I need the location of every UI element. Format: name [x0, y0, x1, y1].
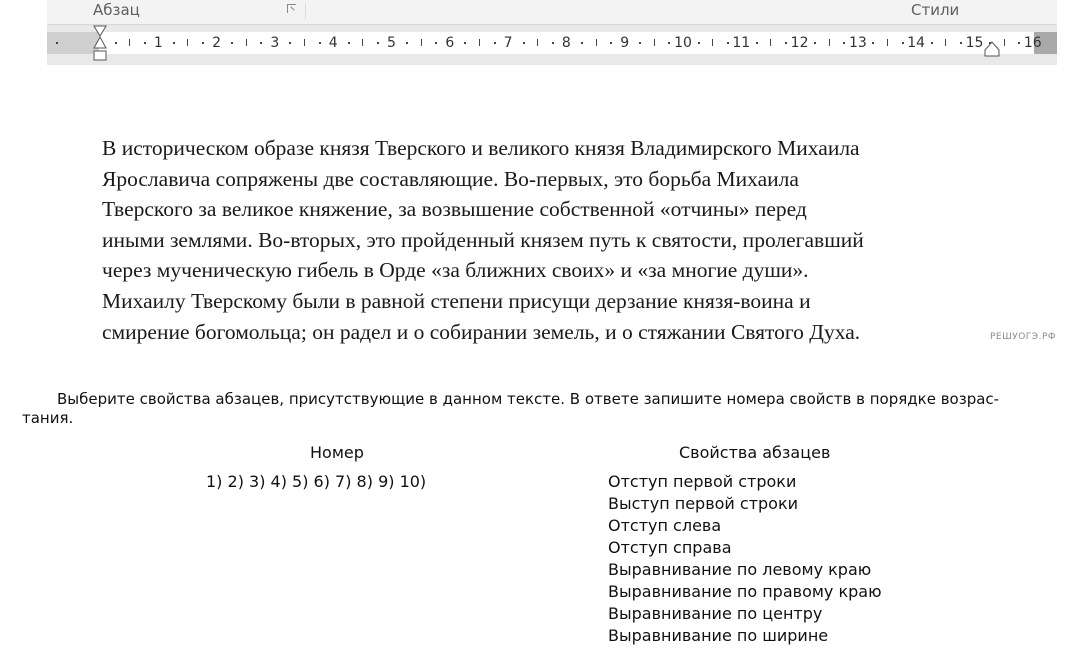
hourglass-indent-icon[interactable]	[91, 25, 109, 65]
property-item: Выравнивание по правому краю	[608, 582, 882, 601]
property-item: Выравнивание по ширине	[608, 626, 829, 645]
ruler-dot	[318, 42, 321, 44]
document-line: Тверского за великое княжение, за возвыш…	[102, 197, 807, 222]
ruler-number: 4	[328, 35, 338, 51]
ruler-dot	[114, 42, 117, 44]
right-indent-icon[interactable]	[984, 39, 1000, 57]
property-item: Отступ справа	[608, 538, 732, 557]
ruler-dot	[726, 42, 729, 44]
document-line: Михаилу Тверскому были в равной степени …	[102, 288, 811, 313]
properties-column-header: Свойства абзацев	[679, 443, 831, 462]
ruler-tick	[129, 39, 131, 46]
ruler-dot	[406, 42, 409, 44]
ruler-number: 2	[212, 35, 222, 51]
number-column-header: Номер	[310, 443, 364, 462]
task-line-2: тания.	[22, 409, 74, 427]
ruler-number: 12	[790, 35, 809, 51]
ruler-tick	[770, 39, 772, 46]
ruler-dot	[580, 42, 583, 44]
ruler-dot	[231, 42, 234, 44]
ruler-dot	[785, 42, 788, 44]
ruler-number: 15	[965, 35, 984, 51]
ruler-dot	[639, 42, 642, 44]
ruler-tick	[245, 39, 247, 46]
ruler-dot	[697, 42, 700, 44]
paragraph-group-label: Абзац	[93, 1, 140, 19]
ruler-number: 10	[674, 35, 692, 51]
ruler-dot	[172, 42, 175, 44]
document-paragraph: В историческом образе князя Тверского и …	[102, 133, 1002, 347]
ruler-tick	[653, 39, 655, 46]
group-separator	[305, 3, 306, 19]
task-line-1: Выберите свойства абзацев, присутствующи…	[57, 390, 1000, 408]
styles-group-label: Стили	[911, 1, 960, 19]
ruler-dot	[843, 42, 846, 44]
ruler-dot	[347, 42, 350, 44]
dialog-launcher-icon[interactable]	[287, 4, 296, 13]
ruler-number: 13	[848, 35, 867, 51]
ruler-dot	[56, 42, 58, 44]
ruler-tick	[712, 39, 714, 46]
ruler-tick	[478, 39, 480, 46]
ruler-dot	[493, 42, 496, 44]
task-instruction: Выберите свойства абзацев, присутствующи…	[22, 390, 1068, 428]
ruler-dot	[522, 42, 525, 44]
ruler-dot	[755, 42, 758, 44]
property-item: Отступ первой строки	[608, 472, 797, 491]
ruler-dot	[959, 42, 962, 44]
ruler-dot	[464, 42, 467, 44]
site-watermark: РЕШУОГЭ.РФ	[990, 332, 1057, 342]
ruler-number: 8	[561, 35, 571, 51]
ruler-dot	[930, 42, 933, 44]
property-item: Выравнивание по центру	[608, 604, 823, 623]
ruler-dot	[1018, 42, 1021, 44]
ruler-number: 11	[732, 35, 751, 51]
ruler-dot	[901, 42, 904, 44]
ruler-tick	[420, 39, 422, 46]
property-item: Выравнивание по левому краю	[608, 560, 872, 579]
ruler-number: 5	[387, 35, 396, 51]
properties-list: Отступ первой строки Выступ первой строки…	[608, 471, 882, 647]
ruler-tick	[1003, 39, 1005, 46]
document-line: Ярославича сопряжены две составляющие. В…	[102, 166, 799, 191]
ruler-number: 16	[1023, 35, 1042, 51]
document-line: В историческом образе князя Тверского и …	[102, 136, 860, 160]
number-options: 1) 2) 3) 4) 5) 6) 7) 8) 9) 10)	[206, 472, 427, 491]
ruler-number: 9	[620, 35, 630, 51]
ruler-dot	[376, 42, 379, 44]
document-line: через мученическую гибель в Орде «за бли…	[102, 258, 809, 283]
ruler-number: 3	[270, 35, 280, 51]
ruler-tick	[362, 39, 364, 46]
property-item: Отступ слева	[608, 516, 722, 535]
property-item: Выступ первой строки	[608, 494, 799, 513]
ruler-tick	[187, 39, 189, 46]
ruler-dot	[814, 42, 817, 44]
ruler-dot	[668, 42, 671, 44]
ruler-dot	[260, 42, 263, 44]
ruler-tick	[887, 39, 889, 46]
ruler-tick	[304, 39, 306, 46]
ruler-dot	[872, 42, 875, 44]
ruler-tick	[595, 39, 597, 46]
horizontal-ruler[interactable]: 1 2 3 4 5 6 7 8 9 10 11 12 13 14 15 16	[47, 25, 1057, 65]
ruler-number: 7	[503, 35, 513, 51]
ruler-dot	[289, 42, 292, 44]
ruler-dot	[435, 42, 438, 44]
ruler-tick	[828, 39, 830, 46]
ruler-dot	[202, 42, 205, 44]
ruler-tick	[945, 39, 947, 46]
document-line: иными землями. Во-вторых, это пройденный…	[102, 227, 864, 252]
ruler-dot	[551, 42, 554, 44]
ruler-dot	[610, 42, 613, 44]
ruler-number: 14	[907, 35, 926, 51]
ribbon-strip: Абзац Стили	[47, 0, 1057, 25]
ruler-number: 6	[445, 35, 455, 51]
document-line: смирение богомольца; он радел и о собира…	[102, 319, 861, 344]
ruler-number: 1	[153, 35, 163, 51]
ruler-dot	[143, 42, 146, 44]
ruler-tick	[537, 39, 539, 46]
